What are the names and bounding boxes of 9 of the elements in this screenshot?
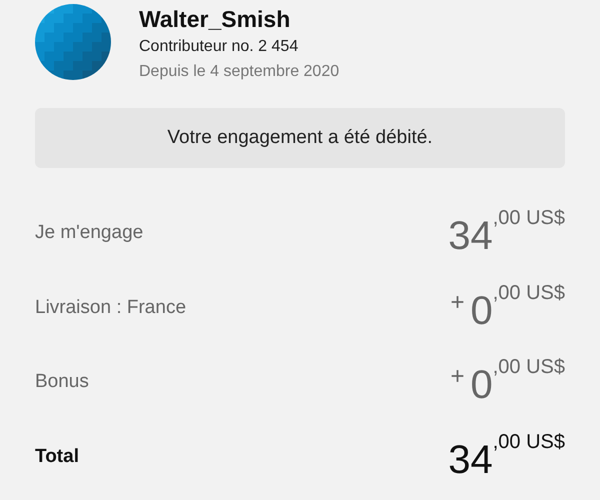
avatar-icon [35,4,111,80]
row-label: Je m'engage [35,221,144,245]
notice-banner: Votre engagement a été débité. [35,108,565,168]
row-label: Livraison : France [35,296,186,320]
contributor-number: Contributeur no. 2 454 [139,37,300,57]
row-label: Bonus [35,370,89,394]
user-name: Walter_Smish [139,5,292,33]
row-label: Total [35,444,79,468]
member-since: Depuis le 4 septembre 2020 [139,62,340,82]
